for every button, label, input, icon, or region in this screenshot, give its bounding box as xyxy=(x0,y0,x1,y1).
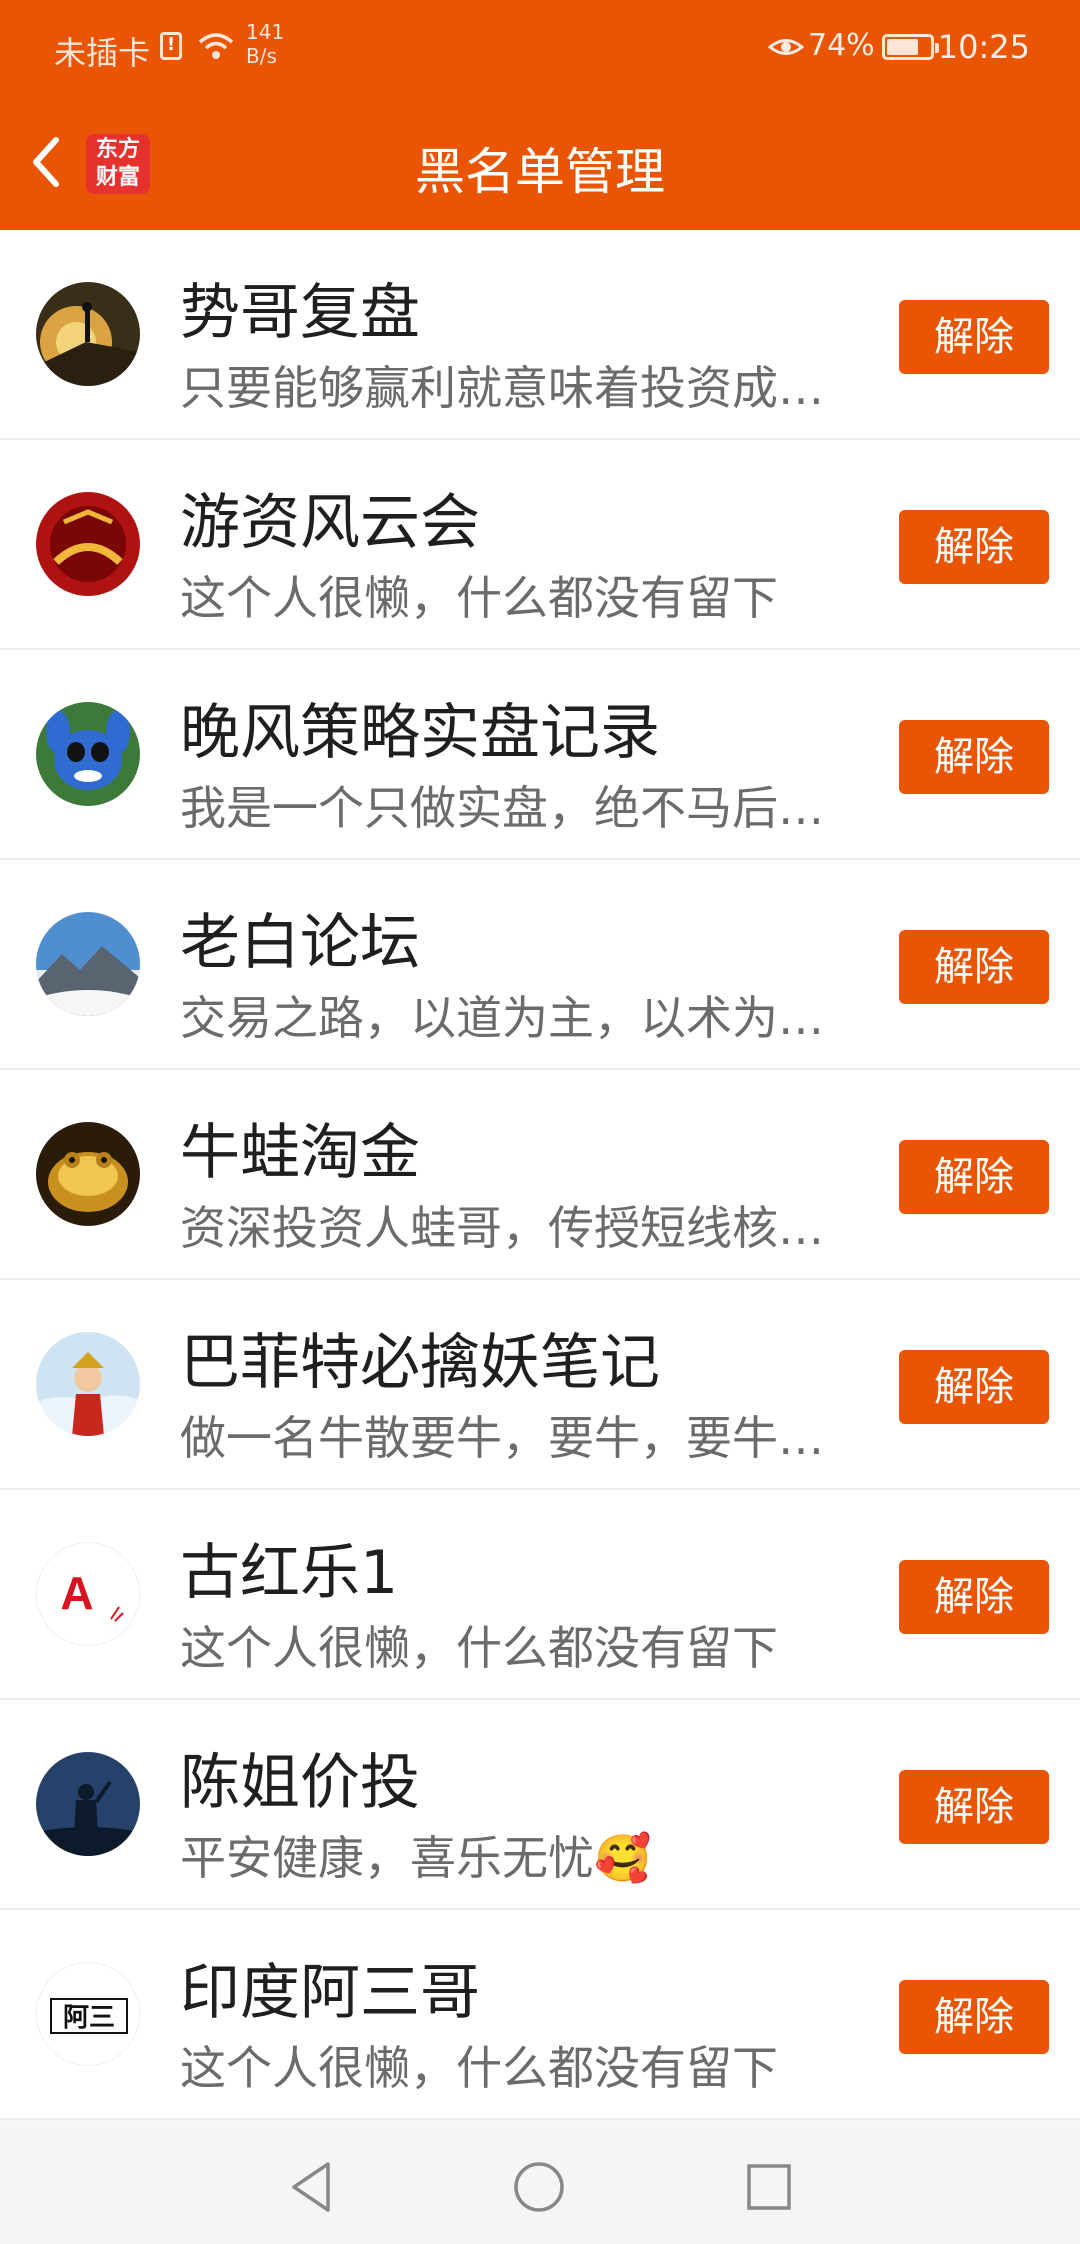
back-triangle-icon[interactable] xyxy=(286,2160,336,2218)
battery-icon xyxy=(882,34,939,60)
battery-fill xyxy=(887,39,918,55)
avatar[interactable]: A xyxy=(36,1542,140,1646)
user-name: 老白论坛 xyxy=(180,908,420,978)
user-bio: 平安健康，喜乐无忧🥰 xyxy=(180,1831,652,1885)
unblock-button[interactable]: 解除 xyxy=(899,1560,1049,1634)
user-name: 巴菲特必擒妖笔记 xyxy=(180,1328,660,1398)
battery-percent: 74% xyxy=(808,28,875,63)
eye-comfort-icon xyxy=(767,34,805,64)
user-name: 游资风云会 xyxy=(180,488,480,558)
carrier-label: 未插卡 xyxy=(54,34,151,72)
home-circle-icon[interactable] xyxy=(512,2160,566,2218)
status-bar: 未插卡 ! 141 B/s 74% 10:25 xyxy=(0,0,1080,96)
page-title: 黑名单管理 xyxy=(415,143,665,201)
app-header: 东方 财富 黑名单管理 xyxy=(0,96,1080,230)
network-speed-unit: B/s xyxy=(246,44,277,68)
unblock-button[interactable]: 解除 xyxy=(899,1980,1049,2054)
unblock-button[interactable]: 解除 xyxy=(899,930,1049,1004)
list-item: A 古红乐1 这个人很懒，什么都没有留下 解除 xyxy=(0,1490,1080,1700)
unblock-button[interactable]: 解除 xyxy=(899,1140,1049,1214)
user-bio: 这个人很懒，什么都没有留下 xyxy=(180,1621,778,1675)
user-bio: 我是一个只做实盘，绝不马后… xyxy=(180,781,824,835)
avatar[interactable] xyxy=(36,492,140,596)
user-bio: 资深投资人蛙哥，传授短线核… xyxy=(180,1201,824,1255)
avatar-letter: A xyxy=(60,1567,93,1619)
unblock-button[interactable]: 解除 xyxy=(899,510,1049,584)
recents-square-icon[interactable] xyxy=(744,2160,794,2218)
unblock-button[interactable]: 解除 xyxy=(899,1770,1049,1844)
avatar[interactable] xyxy=(36,1752,140,1856)
user-name: 印度阿三哥 xyxy=(180,1958,480,2028)
clock: 10:25 xyxy=(937,28,1030,66)
avatar[interactable] xyxy=(36,1122,140,1226)
network-speed-value: 141 xyxy=(246,20,285,44)
user-name: 牛蛙淘金 xyxy=(180,1118,420,1188)
list-item: 阿三 印度阿三哥 这个人很懒，什么都没有留下 解除 xyxy=(0,1910,1080,2120)
system-nav-bar xyxy=(0,2130,1080,2244)
top-bar: 未插卡 ! 141 B/s 74% 10:25 东方 财富 黑名单管理 xyxy=(0,0,1080,230)
avatar[interactable] xyxy=(36,912,140,1016)
user-name: 势哥复盘 xyxy=(180,278,420,348)
unblock-button[interactable]: 解除 xyxy=(899,720,1049,794)
list-item: 势哥复盘 只要能够赢利就意味着投资成… 解除 xyxy=(0,230,1080,440)
network-speed: 141 B/s xyxy=(246,20,306,68)
unblock-button[interactable]: 解除 xyxy=(899,300,1049,374)
list-item: 老白论坛 交易之路，以道为主，以术为… 解除 xyxy=(0,860,1080,1070)
avatar[interactable] xyxy=(36,1332,140,1436)
user-name: 陈姐价投 xyxy=(180,1748,420,1818)
list-item: 巴菲特必擒妖笔记 做一名牛散要牛，要牛，要牛… 解除 xyxy=(0,1280,1080,1490)
user-name: 古红乐1 xyxy=(180,1538,399,1608)
sim-alert-icon: ! xyxy=(160,32,182,60)
list-item: 游资风云会 这个人很懒，什么都没有留下 解除 xyxy=(0,440,1080,650)
user-bio: 这个人很懒，什么都没有留下 xyxy=(180,2041,778,2095)
user-bio: 这个人很懒，什么都没有留下 xyxy=(180,571,778,625)
avatar-text: 阿三 xyxy=(63,2003,115,2033)
avatar[interactable] xyxy=(36,282,140,386)
list-item: 陈姐价投 平安健康，喜乐无忧🥰 解除 xyxy=(0,1700,1080,1910)
list-item: 牛蛙淘金 资深投资人蛙哥，传授短线核… 解除 xyxy=(0,1070,1080,1280)
unblock-button[interactable]: 解除 xyxy=(899,1350,1049,1424)
avatar[interactable] xyxy=(36,702,140,806)
blacklist: 势哥复盘 只要能够赢利就意味着投资成… 解除 游资风云会 这个人很懒，什么都没有… xyxy=(0,230,1080,2120)
wifi-icon xyxy=(196,30,236,66)
user-bio: 做一名牛散要牛，要牛，要牛… xyxy=(180,1411,824,1465)
user-bio: 只要能够赢利就意味着投资成… xyxy=(180,361,824,415)
user-bio: 交易之路，以道为主，以术为… xyxy=(180,991,824,1045)
user-name: 晚风策略实盘记录 xyxy=(180,698,660,768)
avatar[interactable]: 阿三 xyxy=(36,1962,140,2066)
list-item: 晚风策略实盘记录 我是一个只做实盘，绝不马后… 解除 xyxy=(0,650,1080,860)
